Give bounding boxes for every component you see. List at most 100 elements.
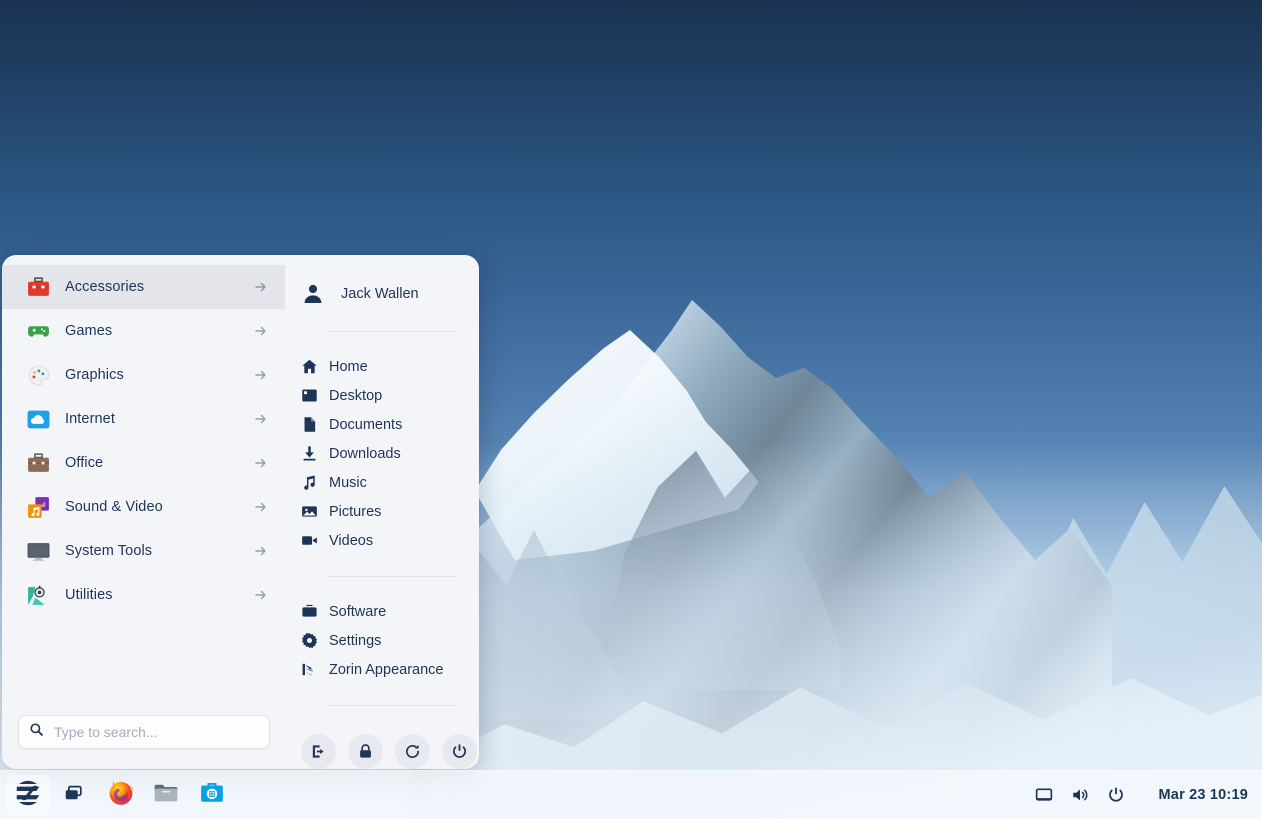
place-label: Documents xyxy=(329,416,403,433)
picture-icon xyxy=(301,503,318,520)
place-videos[interactable]: Videos xyxy=(285,526,479,555)
category-label: System Tools xyxy=(65,543,153,559)
monitor-icon xyxy=(26,539,51,564)
category-utilities[interactable]: Utilities xyxy=(2,573,285,617)
session-buttons xyxy=(285,726,479,769)
palette-icon xyxy=(26,363,51,388)
system-item-label: Zorin Appearance xyxy=(329,661,444,678)
clock[interactable]: Mar 23 10:19 xyxy=(1159,787,1248,803)
system-item-label: Settings xyxy=(329,632,382,649)
file-manager-icon xyxy=(152,779,180,812)
divider-places xyxy=(327,576,457,578)
search-container xyxy=(2,715,285,769)
category-label: Games xyxy=(65,323,113,339)
zorin-menu-button[interactable] xyxy=(6,774,50,816)
application-menu[interactable]: Accessories Games Graphics Internet Offi… xyxy=(2,255,479,769)
software-bag-icon xyxy=(301,603,318,620)
category-label: Sound & Video xyxy=(65,499,163,515)
search-box[interactable] xyxy=(18,715,270,749)
category-system-tools[interactable]: System Tools xyxy=(2,529,285,573)
chevron-right-icon xyxy=(253,455,269,471)
gear-icon xyxy=(301,632,318,649)
video-camera-icon xyxy=(301,532,318,549)
firefox-icon xyxy=(106,778,135,812)
restart-button[interactable] xyxy=(395,733,430,769)
menu-right-column: Jack Wallen Home Desktop Documents Downl… xyxy=(285,255,479,769)
category-accessories[interactable]: Accessories xyxy=(2,265,285,309)
place-label: Home xyxy=(329,358,368,375)
download-icon xyxy=(301,445,318,462)
place-label: Videos xyxy=(329,532,374,549)
places-list: Home Desktop Documents Downloads Music P… xyxy=(285,352,479,555)
system-items-list: Software Settings Zorin Appearance xyxy=(285,597,479,684)
chevron-right-icon xyxy=(253,411,269,427)
place-home[interactable]: Home xyxy=(285,352,479,381)
zorin-logo-icon xyxy=(13,778,43,813)
lock-button[interactable] xyxy=(348,733,383,769)
zorin-appearance-icon xyxy=(301,661,318,678)
category-label: Internet xyxy=(65,411,115,427)
divider-system xyxy=(327,705,457,706)
briefcase-icon xyxy=(26,451,51,476)
firefox-launcher[interactable] xyxy=(98,775,142,816)
power-button[interactable] xyxy=(442,733,477,769)
document-icon xyxy=(301,416,318,433)
cloud-icon xyxy=(26,407,51,432)
home-icon xyxy=(301,358,318,375)
place-pictures[interactable]: Pictures xyxy=(285,497,479,526)
place-label: Pictures xyxy=(329,503,382,520)
log-out-button[interactable] xyxy=(301,733,336,769)
place-downloads[interactable]: Downloads xyxy=(285,439,479,468)
place-music[interactable]: Music xyxy=(285,468,479,497)
display-tray-icon[interactable] xyxy=(1029,780,1059,810)
category-games[interactable]: Games xyxy=(2,309,285,353)
category-office[interactable]: Office xyxy=(2,441,285,485)
user-name: Jack Wallen xyxy=(341,285,419,302)
category-sound-and-video[interactable]: Sound & Video xyxy=(2,485,285,529)
music-video-icon xyxy=(26,495,51,520)
workspaces-icon xyxy=(63,782,85,809)
workspace-switcher[interactable] xyxy=(52,775,96,816)
person-icon xyxy=(301,282,325,306)
system-item-zorin-appearance[interactable]: Zorin Appearance xyxy=(285,655,479,684)
search-icon xyxy=(29,722,54,742)
category-label: Office xyxy=(65,455,104,471)
desktop: Accessories Games Graphics Internet Offi… xyxy=(0,0,1262,819)
chevron-right-icon xyxy=(253,279,269,295)
files-launcher[interactable] xyxy=(144,775,188,816)
place-desktop[interactable]: Desktop xyxy=(285,381,479,410)
toolbox-icon xyxy=(26,275,51,300)
chevron-right-icon xyxy=(253,587,269,603)
music-note-icon xyxy=(301,474,318,491)
chevron-right-icon xyxy=(253,367,269,383)
category-internet[interactable]: Internet xyxy=(2,397,285,441)
category-label: Graphics xyxy=(65,367,124,383)
chevron-right-icon xyxy=(253,499,269,515)
category-label: Accessories xyxy=(65,279,145,295)
place-documents[interactable]: Documents xyxy=(285,410,479,439)
user-row[interactable]: Jack Wallen xyxy=(285,277,479,310)
menu-left-column: Accessories Games Graphics Internet Offi… xyxy=(2,255,285,769)
taskbar-tray: Mar 23 10:19 xyxy=(1029,780,1262,810)
system-item-settings[interactable]: Settings xyxy=(285,626,479,655)
category-label: Utilities xyxy=(65,587,113,603)
volume-tray-icon[interactable] xyxy=(1065,780,1095,810)
taskbar: Mar 23 10:19 xyxy=(0,770,1262,819)
place-label: Desktop xyxy=(329,387,383,404)
system-item-software[interactable]: Software xyxy=(285,597,479,626)
power-tray-icon[interactable] xyxy=(1101,780,1131,810)
desktop-icon xyxy=(301,387,318,404)
category-list: Accessories Games Graphics Internet Offi… xyxy=(2,265,285,715)
gamepad-icon xyxy=(26,319,51,344)
category-graphics[interactable]: Graphics xyxy=(2,353,285,397)
taskbar-launchers xyxy=(0,774,234,816)
place-label: Downloads xyxy=(329,445,401,462)
system-item-label: Software xyxy=(329,603,387,620)
software-launcher[interactable] xyxy=(190,775,234,816)
divider-user xyxy=(327,331,457,333)
chevron-right-icon xyxy=(253,543,269,559)
utilities-icon xyxy=(26,583,51,608)
software-center-icon xyxy=(198,779,226,812)
search-input[interactable] xyxy=(54,724,259,740)
place-label: Music xyxy=(329,474,367,491)
